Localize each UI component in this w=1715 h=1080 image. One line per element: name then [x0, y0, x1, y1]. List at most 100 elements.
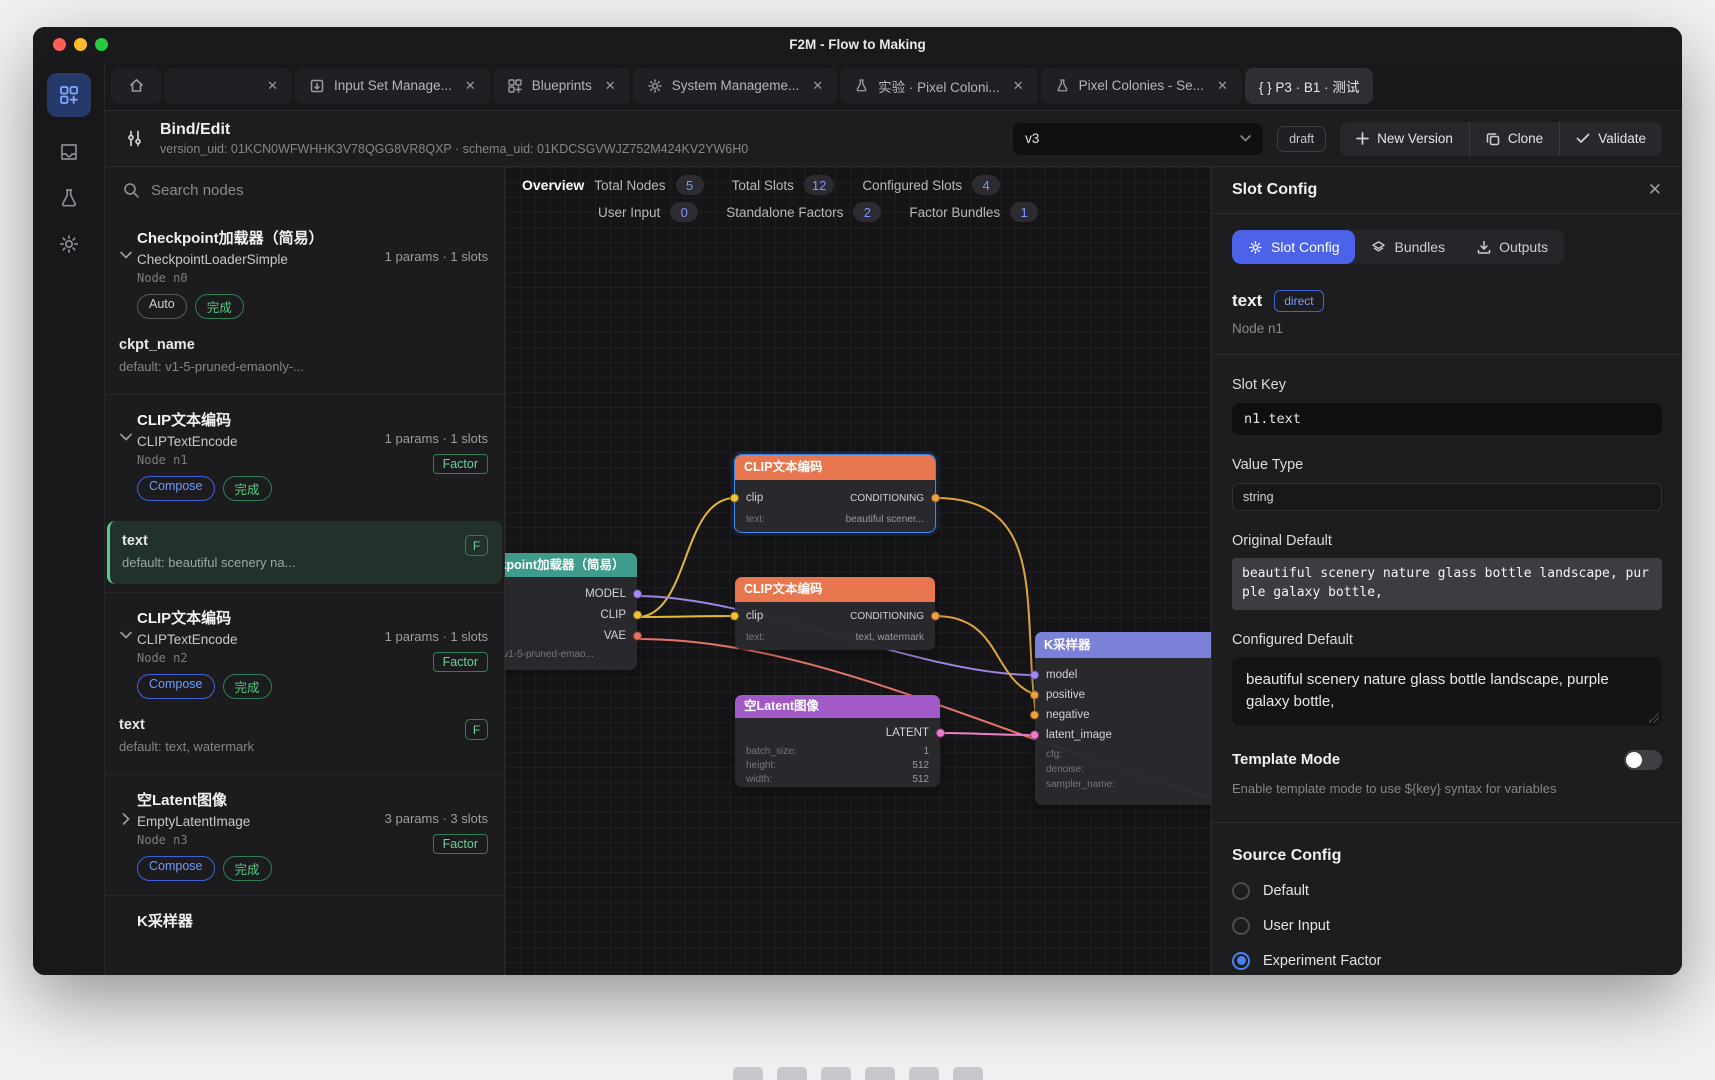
rail-item-inbox[interactable] — [58, 141, 80, 163]
canvas-node-ksampler[interactable]: K采样器 model LATENT positive — [1035, 632, 1211, 805]
positive-input-port[interactable] — [1030, 691, 1039, 700]
rail-item-experiments[interactable] — [58, 187, 80, 209]
conditioning-output-port[interactable] — [931, 612, 940, 621]
canvas-node-checkpoint-loader[interactable]: Checkpoint加载器（简易） MODEL CLIP V — [505, 553, 637, 670]
validate-label: Validate — [1598, 131, 1646, 146]
canvas-node-empty-latent[interactable]: 空Latent图像 LATENT batch_size: 1 — [735, 695, 940, 787]
tab-pixel-colonies[interactable]: Pixel Colonies - Se... ✕ — [1041, 68, 1242, 104]
input-label: positive — [1046, 689, 1085, 701]
zoom-window-button[interactable] — [95, 38, 108, 51]
node-group-clip-n2[interactable]: CLIP文本编码 CLIPTextEncode Node n2 Compose … — [105, 593, 504, 713]
latent-image-input-port[interactable] — [1030, 731, 1039, 740]
chevron-down-icon[interactable] — [115, 607, 137, 699]
slot-key-label: Slot Key — [1232, 377, 1662, 393]
clip-input-port[interactable] — [730, 612, 739, 621]
close-icon[interactable]: ✕ — [1648, 180, 1662, 200]
tab-p3-b1-test[interactable]: { } P3 · B1 · 测试 — [1245, 68, 1374, 104]
radio-icon-selected[interactable] — [1232, 952, 1250, 970]
node-group-ksampler[interactable]: K采样器 — [105, 896, 504, 948]
tab-close-icon[interactable]: ✕ — [267, 78, 278, 94]
configured-default-textarea[interactable]: beautiful scenery nature glass bottle la… — [1232, 657, 1662, 726]
vae-output-port[interactable] — [633, 631, 642, 640]
conditioning-output-port[interactable] — [931, 494, 940, 503]
search-input[interactable]: Search nodes — [105, 167, 504, 213]
value-type-value: string — [1243, 490, 1274, 504]
tab-close-icon[interactable]: ✕ — [605, 78, 616, 94]
canvas-node-clip-encode-1[interactable]: CLIP文本编码 clip CONDITIONING text: beautif… — [735, 455, 935, 532]
flow-canvas[interactable]: Overview Total Nodes 5 Total Slots 12 Co… — [505, 167, 1211, 975]
stat-value: 1 — [1010, 202, 1038, 222]
node-header: Checkpoint加载器（简易） — [505, 553, 637, 577]
clip-output-port[interactable] — [633, 610, 642, 619]
node-group-checkpoint[interactable]: Checkpoint加载器（简易） CheckpointLoaderSimple… — [105, 213, 504, 333]
tab-slot-config[interactable]: Slot Config — [1232, 230, 1355, 264]
widget-value[interactable]: beautiful scener... — [846, 514, 924, 525]
minimize-window-button[interactable] — [74, 38, 87, 51]
tab-close-icon[interactable]: ✕ — [465, 78, 476, 94]
widget-value[interactable]: 1 — [923, 746, 929, 757]
param-row-text-n2[interactable]: text default: text, watermark F — [105, 713, 504, 774]
tab-close-icon[interactable]: ✕ — [1013, 78, 1024, 94]
latent-output-port[interactable] — [936, 729, 945, 738]
tab-outputs[interactable]: Outputs — [1461, 230, 1564, 264]
new-version-button[interactable]: New Version — [1340, 122, 1469, 156]
widget-value[interactable]: 512 — [912, 774, 929, 785]
tab-blueprints[interactable]: Blueprints ✕ — [493, 68, 630, 104]
stat-label: User Input — [598, 205, 660, 220]
param-row-ckpt-name[interactable]: ckpt_name default: v1-5-pruned-emaonly-.… — [105, 333, 504, 394]
node-group-clip-n1[interactable]: CLIP文本编码 CLIPTextEncode Node n1 Compose … — [105, 395, 504, 515]
param-default: default: beautiful scenery na... — [122, 555, 295, 570]
archive-box-icon — [309, 78, 325, 94]
tab-input-set-management[interactable]: Input Set Manage... ✕ — [295, 68, 490, 104]
clip-input-port[interactable] — [730, 494, 739, 503]
widget-value[interactable]: v1-5-pruned-emao... — [505, 649, 594, 660]
tab-close-icon[interactable]: ✕ — [812, 78, 823, 94]
param-row-text-n1-selected[interactable]: text default: beautiful scenery na... F — [107, 521, 502, 584]
version-value: v3 — [1025, 131, 1039, 146]
node-id: Node n1 — [137, 453, 385, 467]
model-input-port[interactable] — [1030, 671, 1039, 680]
tab-system-management[interactable]: System Manageme... ✕ — [633, 68, 837, 104]
radio-icon[interactable] — [1232, 882, 1250, 900]
negative-input-port[interactable] — [1030, 711, 1039, 720]
rail-item-flows[interactable] — [47, 73, 91, 117]
source-option-default[interactable]: Default — [1232, 882, 1662, 900]
node-meta: 1 params · 1 slots — [385, 629, 488, 644]
slot-key-input[interactable]: n1.text — [1232, 403, 1662, 435]
param-default: default: text, watermark — [119, 739, 254, 754]
node-group-empty-latent[interactable]: 空Latent图像 EmptyLatentImage Node n3 Compo… — [105, 775, 504, 895]
model-output-port[interactable] — [633, 589, 642, 598]
new-version-label: New Version — [1377, 131, 1453, 146]
chevron-right-icon[interactable] — [115, 789, 137, 881]
param-name: text — [122, 533, 295, 549]
stat-value: 4 — [972, 175, 1000, 195]
canvas-node-clip-encode-2[interactable]: CLIP文本编码 clip CONDITIONING text: text, w… — [735, 577, 935, 650]
rail-item-settings[interactable] — [58, 233, 80, 255]
chevron-down-icon[interactable] — [115, 227, 137, 319]
node-title: CLIP文本编码 — [137, 409, 385, 430]
widget-value[interactable]: text, watermark — [856, 632, 924, 643]
template-mode-toggle[interactable] — [1624, 750, 1662, 770]
chevron-down-icon[interactable] — [115, 409, 137, 501]
widget-label: height: — [746, 760, 776, 771]
clone-button[interactable]: Clone — [1469, 122, 1559, 156]
inbox-icon — [58, 141, 80, 163]
source-option-user-input[interactable]: User Input — [1232, 917, 1662, 935]
radio-icon[interactable] — [1232, 917, 1250, 935]
source-option-experiment-factor[interactable]: Experiment Factor — [1232, 952, 1662, 970]
value-type-input[interactable]: string — [1232, 483, 1662, 511]
search-placeholder: Search nodes — [151, 182, 244, 199]
widget-value[interactable]: 512 — [912, 760, 929, 771]
close-window-button[interactable] — [53, 38, 66, 51]
tab-experiment-pixel-colonies[interactable]: 实验 · Pixel Coloni... ✕ — [840, 68, 1037, 104]
version-select[interactable]: v3 — [1013, 123, 1263, 155]
tab-untitled[interactable]: ✕ — [164, 68, 292, 104]
validate-button[interactable]: Validate — [1559, 122, 1662, 156]
resize-grip[interactable] — [1649, 713, 1659, 723]
tab-bundles[interactable]: Bundles — [1355, 230, 1461, 264]
download-icon — [1477, 240, 1491, 254]
tab-close-icon[interactable]: ✕ — [1217, 78, 1228, 94]
status-badge: 完成 — [223, 674, 272, 699]
tab-home[interactable] — [111, 68, 161, 104]
dock — [0, 1062, 1715, 1080]
